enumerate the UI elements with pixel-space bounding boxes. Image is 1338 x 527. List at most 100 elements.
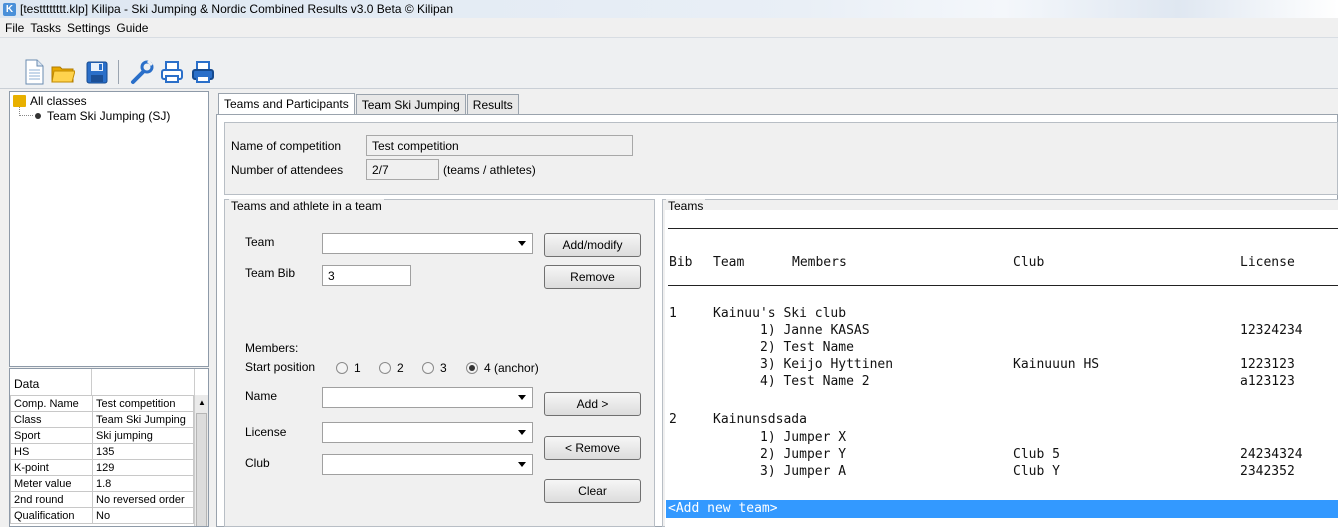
menu-guide[interactable]: Guide <box>113 21 151 35</box>
remove-team-button[interactable]: Remove <box>544 265 641 289</box>
table-row: Sport Ski jumping <box>10 427 194 444</box>
data-key: Qualification <box>10 507 93 524</box>
radio-position-1[interactable]: 1 <box>336 361 361 375</box>
table-row: Class Team Ski Jumping <box>10 411 194 428</box>
app-icon: K <box>3 2 16 16</box>
add-member-button[interactable]: Add > <box>544 392 641 416</box>
data-value: 1.8 <box>92 475 194 492</box>
tree-item-team-ski-jumping[interactable]: Team Ski Jumping (SJ) <box>35 109 170 123</box>
table-row: K-point 129 <box>10 459 194 476</box>
member-club: Club Y <box>1013 464 1060 479</box>
data-table: Comp. Name Test competition Class Team Ski… <box>10 395 194 524</box>
name-label: Name <box>245 389 278 403</box>
member-name: 3) Keijo Hyttinen <box>760 357 894 372</box>
competition-name-label: Name of competition <box>231 139 342 153</box>
member-license: a123123 <box>1240 374 1295 389</box>
radio-position-2[interactable]: 2 <box>379 361 404 375</box>
wrench-icon[interactable] <box>130 59 154 85</box>
members-label: Members: <box>245 341 299 355</box>
tab-results[interactable]: Results <box>466 94 519 115</box>
divider <box>668 285 1338 286</box>
member-name: 1) Jumper X <box>760 430 847 445</box>
club-label: Club <box>245 456 270 470</box>
class-tree: All classes Team Ski Jumping (SJ) <box>9 91 209 367</box>
menu-tasks[interactable]: Tasks <box>27 21 64 35</box>
data-key: K-point <box>10 459 93 476</box>
member-name: 2) Test Name <box>760 340 854 355</box>
data-panel: Data Comp. Name Test competition Class Tea… <box>9 368 209 527</box>
member-name: 2) Jumper Y <box>760 447 847 462</box>
team-bib-label: Team Bib <box>245 266 296 280</box>
competition-name-field: Test competition <box>366 135 633 156</box>
team-select[interactable] <box>322 233 533 254</box>
radio-label: 3 <box>440 361 447 375</box>
chevron-down-icon <box>518 462 526 467</box>
radio-label: 1 <box>354 361 361 375</box>
member-name: 4) Test Name 2 <box>760 374 870 389</box>
table-row: Comp. Name Test competition <box>10 395 194 412</box>
print-icon[interactable] <box>160 59 184 85</box>
open-folder-icon[interactable] <box>51 59 76 85</box>
divider <box>668 228 1338 229</box>
tree-connector <box>19 107 33 116</box>
member-license: 24234324 <box>1240 447 1303 462</box>
data-value: Team Ski Jumping <box>92 411 194 428</box>
scroll-up-icon[interactable]: ▲ <box>198 398 206 407</box>
data-key: 2nd round <box>10 491 93 508</box>
data-key: Meter value <box>10 475 93 492</box>
header-bib: Bib <box>669 255 693 270</box>
clear-button[interactable]: Clear <box>544 479 641 503</box>
remove-member-button[interactable]: < Remove <box>544 436 641 460</box>
license-select[interactable] <box>322 422 533 443</box>
member-license: 2342352 <box>1240 464 1295 479</box>
club-select[interactable] <box>322 454 533 475</box>
radio-circle <box>336 362 348 374</box>
data-panel-scrollbar[interactable]: ▲ <box>194 395 208 526</box>
menu-file[interactable]: File <box>2 21 27 35</box>
header-team: Team <box>713 255 745 270</box>
save-icon[interactable] <box>85 59 109 85</box>
tab-strip: Teams and Participants Team Ski Jumping … <box>218 93 520 115</box>
toolbar <box>0 37 1338 89</box>
data-value: Test competition <box>92 395 194 412</box>
new-file-icon[interactable] <box>22 59 46 85</box>
radio-position-3[interactable]: 3 <box>422 361 447 375</box>
scroll-thumb[interactable] <box>196 413 207 526</box>
team-bib-input[interactable]: 3 <box>322 265 411 286</box>
tree-root[interactable]: All classes <box>13 94 87 108</box>
tab-teams-and-participants[interactable]: Teams and Participants <box>218 93 355 115</box>
chevron-down-icon <box>518 241 526 246</box>
data-key: HS <box>10 443 93 460</box>
bullet-icon <box>35 113 41 119</box>
team-bib: 2 <box>669 412 677 427</box>
name-select[interactable] <box>322 387 533 408</box>
chevron-down-icon <box>518 395 526 400</box>
radio-label: 2 <box>397 361 404 375</box>
data-value: No reversed order <box>92 491 194 508</box>
radio-position-4-anchor[interactable]: 4 (anchor) <box>466 361 539 375</box>
radio-circle <box>379 362 391 374</box>
radio-circle <box>422 362 434 374</box>
radio-label: 4 (anchor) <box>484 361 539 375</box>
title-bar: K [testttttttt.klp] Kilipa - Ski Jumping… <box>0 0 1338 18</box>
tree-root-label: All classes <box>30 94 87 108</box>
data-value: 129 <box>92 459 194 476</box>
header-club: Club <box>1013 255 1045 270</box>
add-modify-button[interactable]: Add/modify <box>544 233 641 257</box>
add-new-team-row[interactable]: <Add new team> <box>666 500 1338 518</box>
menu-settings[interactable]: Settings <box>64 21 113 35</box>
attendees-field: 2/7 <box>366 159 439 180</box>
radio-circle-selected <box>466 362 478 374</box>
tree-item-label: Team Ski Jumping (SJ) <box>47 109 171 123</box>
team-name: Kainunsdsada <box>713 412 807 427</box>
data-value: Ski jumping <box>92 427 194 444</box>
header-license: License <box>1240 255 1295 270</box>
attendees-label: Number of attendees <box>231 163 344 177</box>
team-form-title: Teams and athlete in a team <box>229 199 384 213</box>
member-license: 1223123 <box>1240 357 1295 372</box>
data-key: Comp. Name <box>10 395 93 412</box>
folder-icon <box>13 95 26 107</box>
tab-team-ski-jumping[interactable]: Team Ski Jumping <box>355 94 466 115</box>
table-row: 2nd round No reversed order <box>10 491 194 508</box>
print-preview-icon[interactable] <box>191 59 215 85</box>
